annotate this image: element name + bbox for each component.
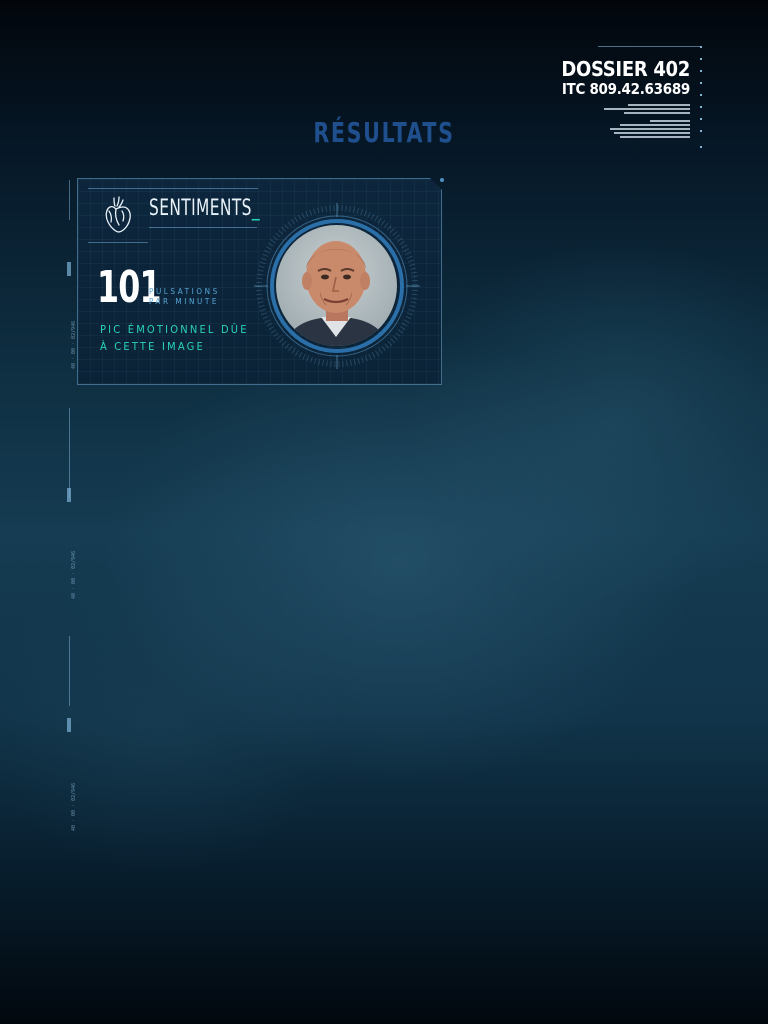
- anatomical-heart-icon: [105, 196, 131, 233]
- portrait-image: [284, 241, 389, 346]
- ruler-label: 40 · 00 · 02/946: [71, 782, 77, 831]
- ruler-label: 40 · 00 · 02/946: [71, 320, 77, 369]
- left-ruler: 40 · 00 · 02/946 40 · 00 · 02/946 40 · 0…: [66, 180, 77, 840]
- page-title: RÉSULTATS: [313, 116, 455, 149]
- bpm-unit: PULSATIONS PAR MINUTE: [149, 287, 220, 306]
- dossier-title: DOSSIER 402: [561, 57, 690, 81]
- section-label: SENTIMENTS_: [149, 196, 260, 221]
- ruler-label: 40 · 00 · 02/946: [71, 550, 77, 599]
- header-divider: [598, 46, 702, 47]
- card-corner-dot: [440, 178, 444, 182]
- emotion-caption: PIC ÉMOTIONNEL DÛE À CETTE IMAGE: [100, 323, 249, 353]
- header-dot-rail: [700, 46, 702, 150]
- subject-portrait: [276, 225, 397, 346]
- header-bracket-bottom: [88, 242, 148, 243]
- sentiments-underline: [149, 227, 257, 228]
- header-bracket-top: [88, 188, 258, 189]
- dossier-code: ITC 809.42.63689: [561, 80, 690, 98]
